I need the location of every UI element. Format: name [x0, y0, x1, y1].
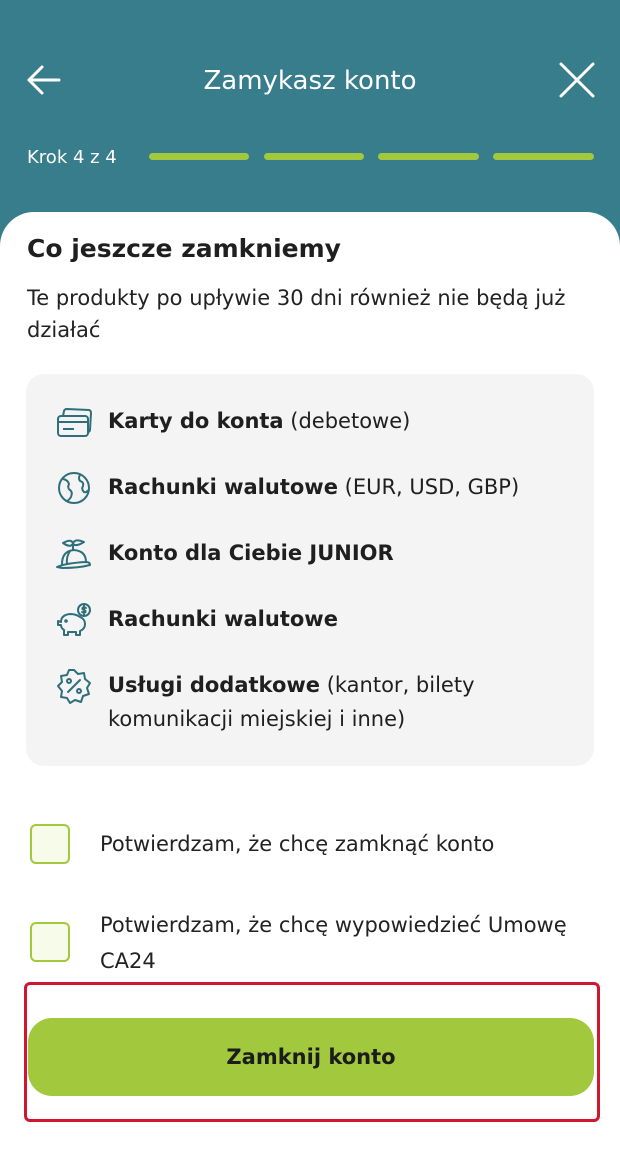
- globe-icon: [58, 472, 90, 504]
- piggy-bank-icon: [57, 603, 91, 636]
- step-segment-4: [493, 153, 594, 160]
- step-segment-3: [378, 153, 479, 160]
- step-indicator: Krok 4 z 4: [27, 147, 117, 168]
- confirm-close-account-checkbox[interactable]: [30, 824, 70, 864]
- step-progress-bar: [149, 153, 594, 161]
- close-icon: [559, 62, 595, 98]
- list-item: Rachunki walutowe: [108, 607, 338, 631]
- section-subtitle: Te produkty po upływie 30 dni również ni…: [27, 286, 566, 342]
- step-segment-1: [149, 153, 249, 160]
- card-icon: [57, 408, 92, 437]
- confirm-terminate-agreement-label[interactable]: Potwierdzam, że chcę wypowiedzieć Umowę …: [100, 907, 600, 979]
- close-button[interactable]: [558, 61, 596, 99]
- step-segment-2: [264, 153, 364, 160]
- list-item: Rachunki walutowe (EUR, USD, GBP): [108, 475, 520, 499]
- list-item: Karty do konta (debetowe): [108, 409, 411, 433]
- section-heading: Co jeszcze zamkniemy: [27, 234, 341, 263]
- list-item: Usługi dodatkowe (kantor, bilety komunik…: [108, 673, 475, 731]
- propeller-cap-icon: [56, 539, 91, 569]
- close-account-button[interactable]: Zamknij konto: [28, 1018, 594, 1096]
- list-item: Konto dla Ciebie JUNIOR: [108, 541, 394, 565]
- confirm-terminate-agreement-checkbox[interactable]: [30, 922, 70, 962]
- confirm-close-account-label[interactable]: Potwierdzam, że chcę zamknąć konto: [100, 826, 600, 862]
- percent-badge-icon: [57, 669, 91, 704]
- page-title: Zamykasz konto: [203, 66, 417, 96]
